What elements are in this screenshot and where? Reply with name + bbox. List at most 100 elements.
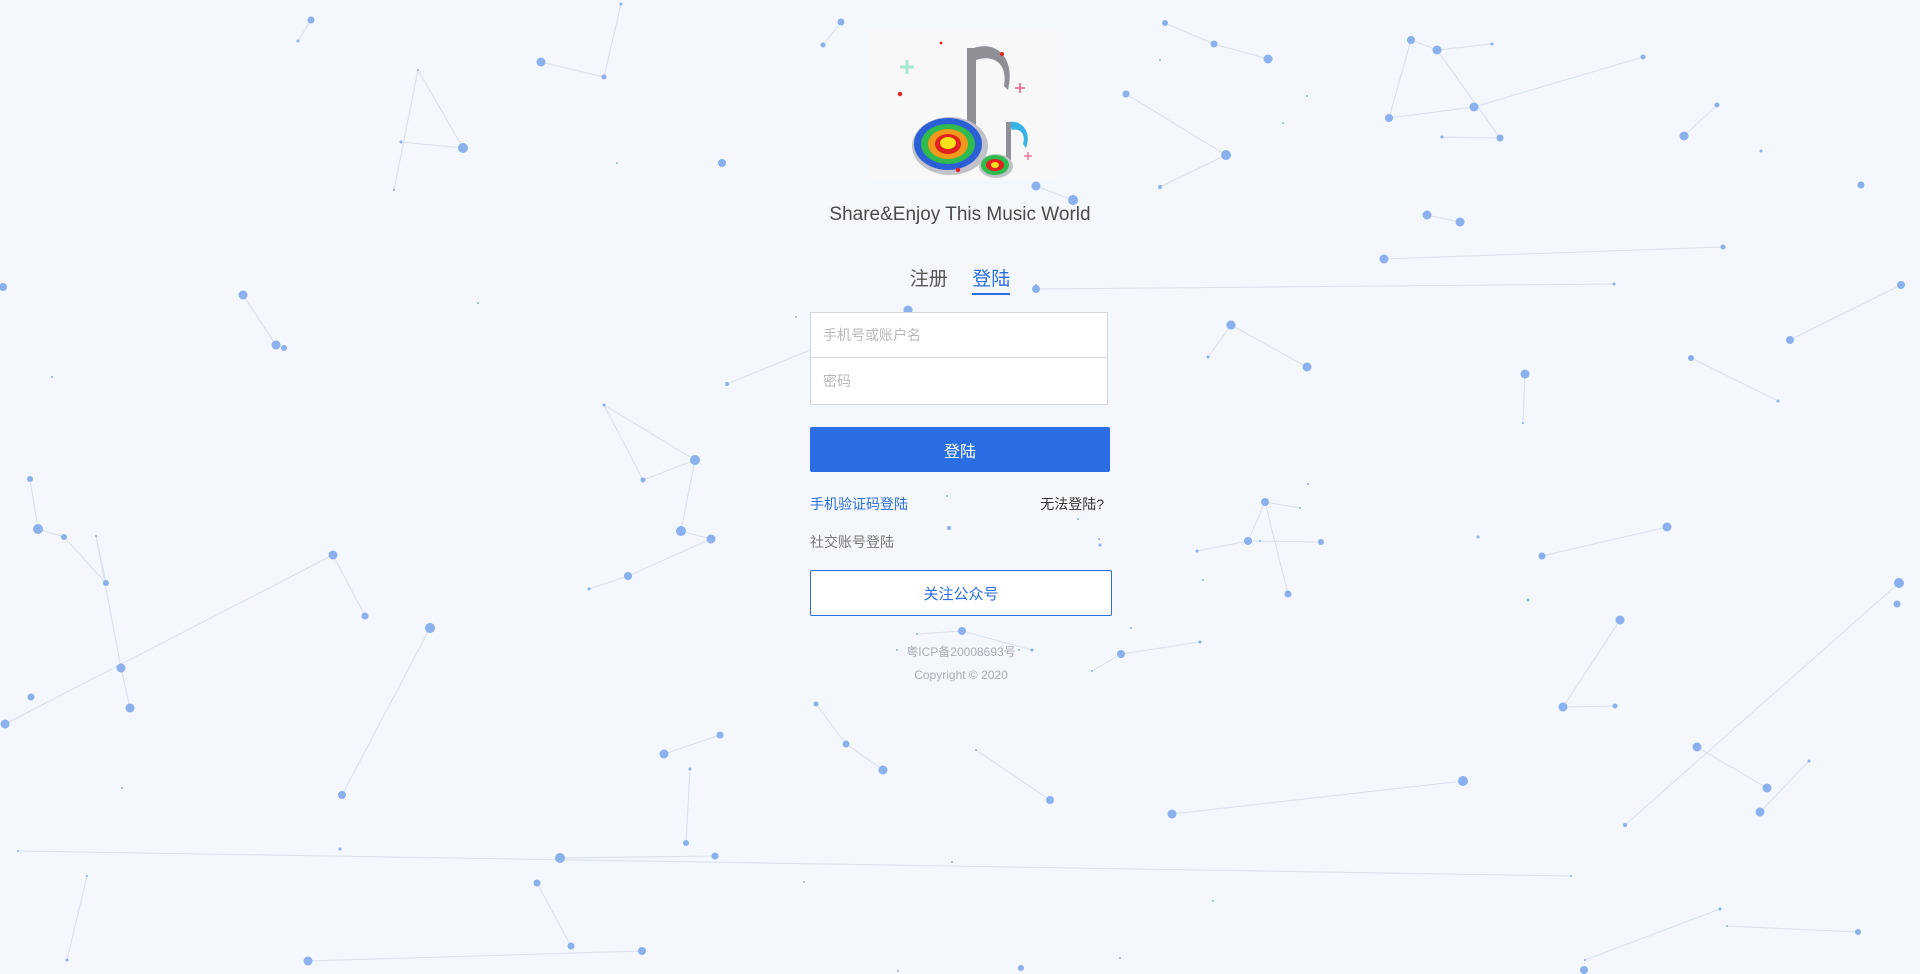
particle-dot: [1440, 135, 1444, 139]
particle-dot: [328, 550, 338, 560]
particle-dot: [1526, 598, 1530, 602]
particle-dot: [393, 189, 395, 191]
particle-dot: [716, 731, 724, 739]
particle-dot: [1018, 965, 1024, 971]
follow-official-account-button[interactable]: 关注公众号: [810, 570, 1112, 616]
particle-dot: [897, 970, 899, 972]
particle-dot: [1755, 807, 1765, 817]
particle-link: [1683, 104, 1718, 137]
particle-link: [1388, 106, 1475, 119]
particle-dot: [1662, 522, 1672, 532]
particle-dot: [1718, 907, 1722, 911]
particle-dot: [1776, 399, 1780, 403]
particle-link: [4, 554, 334, 725]
particle-dot: [725, 382, 729, 386]
particle-link: [1436, 49, 1501, 139]
particle-dot: [303, 956, 313, 966]
particle-dot: [116, 663, 126, 673]
password-input[interactable]: [811, 358, 1107, 404]
login-button[interactable]: 登陆: [810, 427, 1110, 472]
slogan-text: Share&Enjoy This Music World: [829, 204, 1091, 225]
particle-dot: [1612, 703, 1618, 709]
particle-link: [916, 630, 963, 635]
cant-login-link[interactable]: 无法登陆?: [1040, 494, 1104, 514]
particle-dot: [958, 627, 966, 635]
particle-dot: [1897, 281, 1905, 289]
particle-link: [588, 575, 629, 590]
particle-dot: [602, 403, 606, 407]
particle-dot: [1046, 796, 1054, 804]
icp-record[interactable]: 粤ICP备20008693号: [810, 643, 1112, 660]
particle-link: [1383, 246, 1724, 260]
particle-dot: [27, 693, 35, 701]
particle-dot: [1117, 650, 1125, 658]
particle-dot: [1726, 925, 1728, 927]
particle-dot: [659, 749, 669, 759]
particle-link: [307, 950, 643, 962]
particle-dot: [1538, 552, 1546, 560]
account-input[interactable]: [811, 313, 1107, 357]
particle-link: [1562, 705, 1616, 708]
particle-dot: [916, 633, 918, 635]
particle-link: [95, 535, 122, 669]
particle-link: [603, 3, 622, 78]
particle-dot: [361, 612, 369, 620]
particle-dot: [1640, 54, 1646, 60]
particle-dot: [567, 942, 575, 950]
particle-dot: [425, 623, 435, 633]
particle-dot: [1318, 539, 1324, 545]
particle-dot: [1198, 640, 1202, 644]
particle-dot: [1580, 966, 1588, 974]
particle-link: [332, 554, 366, 617]
particle-dot: [458, 143, 468, 153]
particle-link: [1120, 641, 1201, 655]
particle-link: [1247, 501, 1266, 542]
particle-link: [242, 294, 277, 346]
particle-dot: [1612, 282, 1616, 286]
particle-dot: [1210, 40, 1218, 48]
particle-link: [822, 21, 842, 46]
particle-dot: [1162, 20, 1168, 26]
particle-dot: [1857, 181, 1865, 189]
tab-register[interactable]: 注册: [910, 264, 948, 293]
particle-link: [17, 850, 1572, 877]
particle-link: [1726, 925, 1859, 933]
particle-dot: [1469, 102, 1479, 112]
copyright-text: Copyright © 2020: [914, 668, 1008, 682]
particle-dot: [587, 587, 591, 591]
particle-link: [1584, 908, 1721, 961]
particle-dot: [1130, 627, 1132, 629]
particle-dot: [711, 852, 719, 860]
particle-dot: [946, 495, 948, 497]
particle-dot: [1244, 537, 1252, 545]
particle-dot: [103, 580, 109, 586]
particle-dot: [1688, 355, 1694, 361]
particle-dot: [477, 302, 479, 304]
particle-link: [1522, 373, 1526, 424]
particle-dot: [1855, 929, 1861, 935]
particle-dot: [676, 526, 686, 536]
particle-dot: [338, 791, 346, 799]
particle-dot: [718, 159, 726, 167]
tab-login[interactable]: 登陆: [972, 264, 1011, 295]
particle-link: [1035, 283, 1615, 290]
particle-dot: [536, 57, 546, 67]
particle-dot: [1455, 217, 1465, 227]
particle-dot: [1720, 244, 1726, 250]
particle-link: [975, 749, 1051, 801]
particle-link: [815, 703, 847, 745]
sms-login-link[interactable]: 手机验证码登陆: [810, 494, 908, 514]
particle-dot: [125, 703, 135, 713]
particle-link: [1035, 185, 1074, 201]
particle-link: [1562, 619, 1621, 708]
particle-dot: [1158, 185, 1162, 189]
particle-dot: [1202, 579, 1204, 581]
particle-dot: [706, 534, 716, 544]
particle-dot: [975, 749, 977, 751]
particle-link: [400, 141, 464, 149]
particle-dot: [51, 376, 53, 378]
particle-dot: [1762, 783, 1772, 793]
particle-link: [1541, 526, 1668, 557]
particle-link: [1207, 324, 1232, 358]
particle-dot: [1623, 823, 1627, 827]
